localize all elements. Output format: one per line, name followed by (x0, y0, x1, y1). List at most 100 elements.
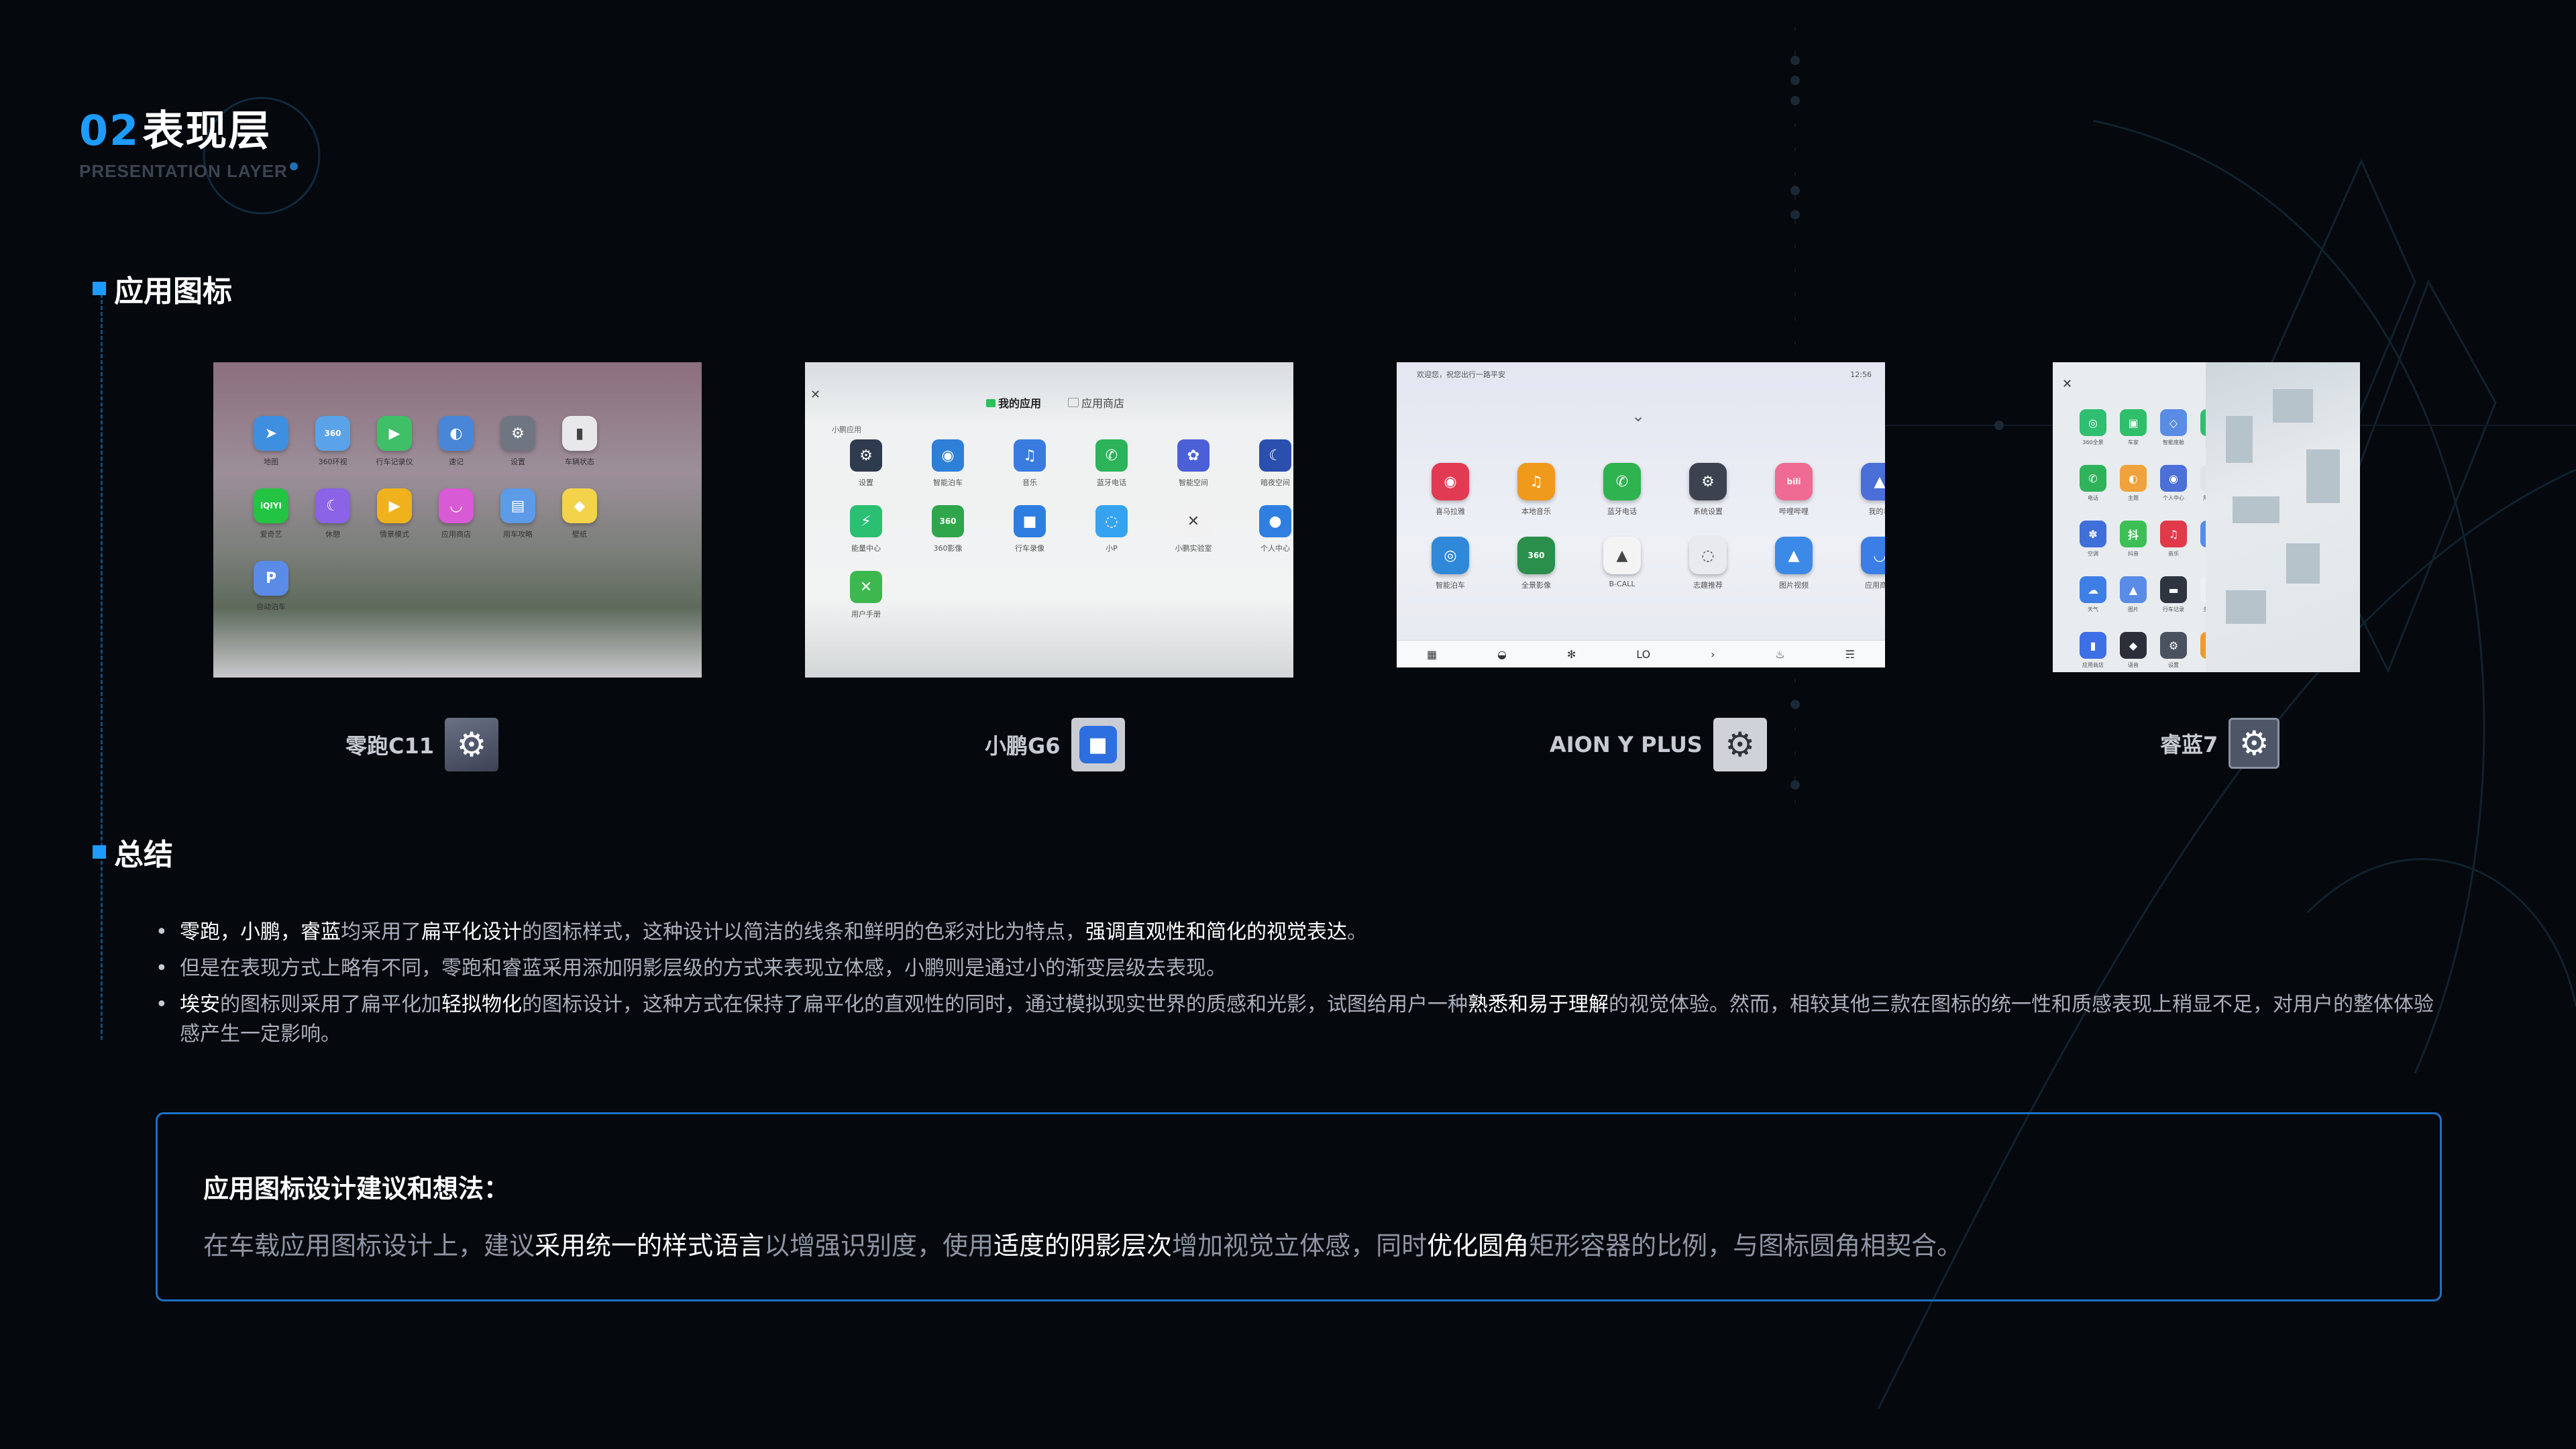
app-tile[interactable]: ◉ 喜马拉雅 (1407, 463, 1493, 517)
app-tile[interactable]: ☁ 天气 (2073, 576, 2113, 613)
app-icon: ◆ (2120, 632, 2147, 659)
app-label: 地图 (264, 458, 278, 466)
app-tile[interactable]: ⚙ 设置 (487, 416, 549, 467)
app-icon: ⚙ (2160, 632, 2187, 659)
app-tile[interactable]: ◡ 应用商店 (1837, 537, 1885, 590)
app-tile[interactable]: ▣ 车家 (2113, 409, 2153, 446)
app-label: 智能泊车 (1436, 581, 1465, 590)
app-tile[interactable]: ◌ 小P (1071, 505, 1152, 553)
app-label: 能量中心 (851, 544, 881, 553)
app-tile[interactable]: ☾ 暗夜空间 (1234, 439, 1293, 488)
xpeng-screenshot: ✕ 我的应用 应用商店 小鹏应用 ⚙ 设置 ◉ 智能泊车 ♫ 音乐 ✆ 蓝牙电话 ✿ 智能空间 ☾ 暗… (805, 362, 1293, 678)
app-label: 抖音 (2128, 551, 2139, 557)
app-tile[interactable]: ♫ 音乐 (989, 439, 1071, 488)
caption-text: AION Y PLUS (1550, 732, 1703, 757)
app-tile[interactable]: ⚙ 设置 (2153, 632, 2194, 669)
app-label: 音乐 (2168, 551, 2179, 557)
app-tile[interactable]: iQIYI 爱奇艺 (240, 488, 302, 539)
app-icon: ◡ (439, 488, 474, 523)
app-tile[interactable]: 360 全景影像 (1493, 537, 1579, 590)
app-tile[interactable]: ♫ 音乐 (2153, 521, 2194, 557)
app-tile[interactable]: 抖抖音 (2113, 521, 2153, 557)
app-icon: ⚙ (500, 416, 535, 451)
app-tile[interactable]: ◡ 应用商店 (425, 488, 487, 539)
app-label: 360全景 (2082, 439, 2104, 445)
app-tile[interactable]: ▲ 图片视频 (1751, 537, 1837, 590)
app-tile[interactable]: ■ 行车录像 (989, 505, 1071, 553)
app-icon: ✆ (1603, 463, 1641, 500)
app-icon: ● (1259, 505, 1291, 537)
app-tile[interactable]: ⚡ 能量中心 (825, 505, 907, 553)
app-tile[interactable]: ▶ 情景模式 (364, 488, 425, 539)
app-icon: ▶ (377, 488, 412, 523)
app-tile[interactable]: ◉ 智能泊车 (907, 439, 989, 488)
app-tile[interactable]: P 自动泊车 (240, 561, 302, 612)
summary-list: 零跑，小鹏，睿蓝均采用了扁平化设计的图标样式，这种设计以简洁的线条和鲜明的色彩对… (156, 918, 2450, 1056)
chapter-title: 表现层 (142, 106, 272, 155)
app-icon: ✕ (1177, 505, 1210, 537)
list-item: 零跑，小鹏，睿蓝均采用了扁平化设计的图标样式，这种设计以简洁的线条和鲜明的色彩对… (156, 918, 2450, 947)
app-tile[interactable]: ♫ 本地音乐 (1493, 463, 1579, 517)
app-tile[interactable]: ▲ 图片 (2113, 576, 2153, 613)
app-tile[interactable]: ▶ 行车记录仪 (364, 416, 425, 467)
app-label: 蓝牙电话 (1097, 478, 1126, 487)
app-icon: ✽ (2080, 521, 2106, 547)
app-icon: ◎ (2080, 409, 2106, 436)
app-tile[interactable]: ✆ 蓝牙电话 (1071, 439, 1152, 488)
app-label: 设置 (511, 458, 525, 466)
caption-text: 小鹏G6 (985, 733, 1061, 759)
app-icon: ▲ (2120, 576, 2147, 603)
app-tile[interactable]: ⚙ 系统设置 (1665, 463, 1751, 517)
app-label: 用户手册 (851, 610, 881, 619)
app-tile[interactable]: 360 360影像 (907, 505, 989, 553)
app-label: 暗夜空间 (1260, 478, 1290, 487)
app-tile[interactable]: ◉ 个人中心 (2153, 465, 2194, 502)
app-tile[interactable]: ▬ 行车记录 (2153, 576, 2194, 613)
app-tile[interactable]: ▲ B-CALL (1579, 537, 1665, 590)
map-panel (2206, 362, 2360, 672)
app-tile[interactable]: ⚙ 设置 (825, 439, 907, 488)
app-tile[interactable]: ➤ 地图 (240, 416, 302, 467)
app-tile[interactable]: ◎ 智能泊车 (1407, 537, 1493, 590)
section-heading-summary: 总结 (93, 830, 173, 873)
tab-my-apps: 我的应用 (986, 394, 1041, 411)
app-icon: ▣ (2120, 409, 2147, 436)
app-tile[interactable]: ✽ 空调 (2073, 521, 2113, 557)
app-tile[interactable]: ✆ 电话 (2073, 465, 2113, 502)
app-tile[interactable]: ▲ 我的车 (1837, 463, 1885, 517)
app-icon: ◆ (562, 488, 597, 523)
app-tile[interactable]: ◐ 主题 (2113, 465, 2153, 502)
app-tile[interactable]: ◐ 速记 (425, 416, 487, 467)
app-tile[interactable]: ◇ 智能座舱 (2153, 409, 2194, 446)
app-tile[interactable]: ● 个人中心 (1234, 505, 1293, 553)
app-tile[interactable]: ◆ 语音 (2113, 632, 2153, 669)
app-tile[interactable]: ▮ 车辆状态 (549, 416, 610, 467)
app-tile[interactable]: ✕ 用户手册 (825, 571, 907, 619)
app-tile[interactable]: ▮ 应用商店 (2073, 632, 2113, 669)
video-camera-icon: ■ (1071, 718, 1125, 771)
list-item: 埃安的图标则采用了扁平化加轻拟物化的图标设计，这种方式在保持了扁平化的直观性的同… (156, 990, 2450, 1049)
app-tile[interactable]: ☾ 休憩 (302, 488, 364, 539)
app-tile[interactable]: 360 360环视 (302, 416, 364, 467)
app-tile[interactable]: ▤ 用车攻略 (487, 488, 549, 539)
app-label: 喜马拉雅 (1436, 507, 1465, 516)
app-tile[interactable]: ◆ 壁纸 (549, 488, 610, 539)
app-icon: ◉ (2160, 465, 2187, 492)
app-tile[interactable]: ✕ 小鹏实验室 (1152, 505, 1234, 553)
status-bar: 欢迎您，祝您出行一路平安 12:56 (1397, 362, 1885, 386)
chapter-number: 02 (79, 106, 140, 155)
app-icon: ◉ (1432, 463, 1469, 500)
app-tile[interactable]: bili 哔哩哔哩 (1751, 463, 1837, 517)
caption-text: 零跑C11 (345, 733, 435, 759)
app-icon: iQIYI (254, 488, 288, 523)
app-tile[interactable]: ✆ 蓝牙电话 (1579, 463, 1665, 517)
caption-text: 睿蓝7 (2160, 732, 2218, 757)
gear-icon: ⚙ (445, 718, 499, 771)
caption-xpeng: 小鹏G6 ■ (985, 718, 1125, 771)
app-tile[interactable]: ◎ 360全景 (2073, 409, 2113, 446)
app-icon: 360 (1517, 537, 1555, 574)
gear-icon: ⚙ (1713, 718, 1767, 771)
app-label: 壁纸 (572, 530, 587, 539)
app-tile[interactable]: ◌ 志趣推荐 (1665, 537, 1751, 590)
app-tile[interactable]: ✿ 智能空间 (1152, 439, 1234, 488)
